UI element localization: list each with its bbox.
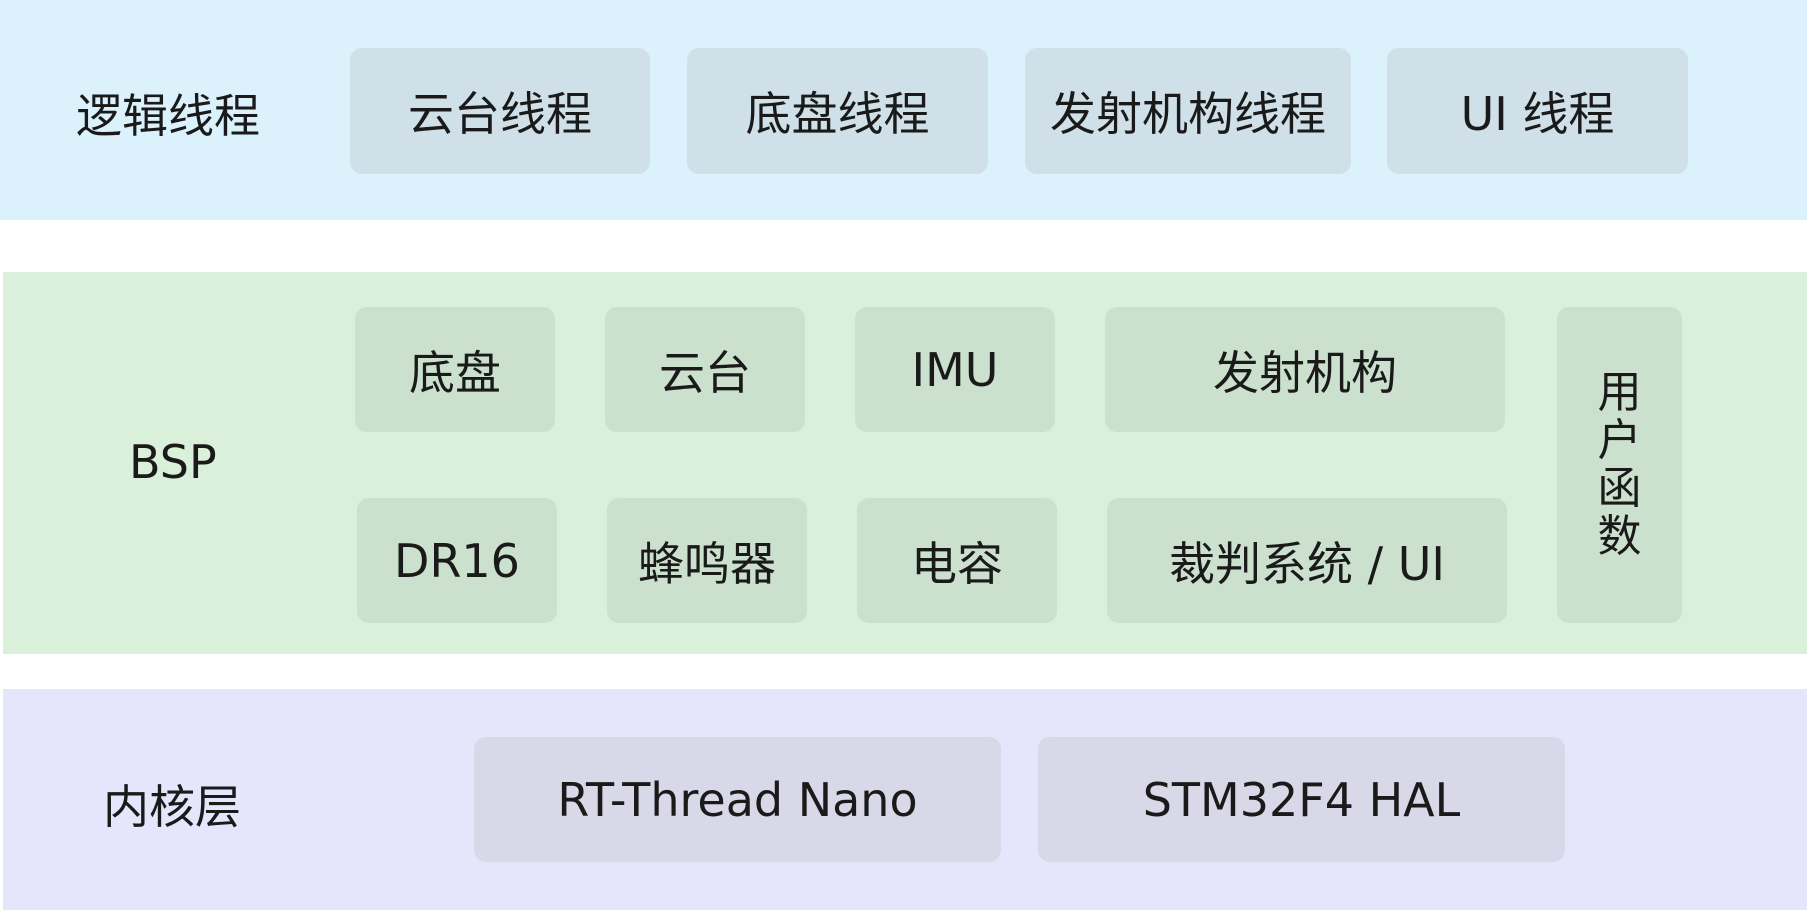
stm32f4-hal-box: STM32F4 HAL [1038, 737, 1565, 862]
user-functions-char-3: 函 [1597, 463, 1642, 514]
gimbal-thread-box: 云台线程 [350, 48, 650, 174]
bsp-buzzer-box: 蜂鸣器 [607, 498, 807, 623]
user-functions-char-1: 用 [1597, 367, 1642, 418]
bsp-gimbal-box: 云台 [605, 307, 805, 432]
bsp-user-functions-box: 用 户 函 数 [1557, 307, 1682, 623]
chassis-thread-box: 底盘线程 [687, 48, 988, 174]
user-functions-char-2: 户 [1597, 415, 1642, 466]
bsp-layer: BSP 底盘 云台 IMU 发射机构 DR16 蜂鸣器 电容 裁判系统 / UI… [3, 272, 1807, 654]
bsp-dr16-box: DR16 [357, 498, 557, 623]
kernel-layer-label: 内核层 [103, 780, 241, 834]
bsp-chassis-box: 底盘 [355, 307, 555, 432]
user-functions-char-4: 数 [1597, 511, 1642, 562]
ui-thread-box: UI 线程 [1387, 48, 1688, 174]
bsp-shooter-box: 发射机构 [1105, 307, 1505, 432]
shooter-thread-box: 发射机构线程 [1025, 48, 1351, 174]
bsp-referee-ui-box: 裁判系统 / UI [1107, 498, 1507, 623]
bsp-capacitor-box: 电容 [857, 498, 1057, 623]
logic-thread-layer: 逻辑线程 云台线程 底盘线程 发射机构线程 UI 线程 [0, 0, 1807, 220]
kernel-layer: 内核层 RT-Thread Nano STM32F4 HAL [3, 689, 1807, 910]
bsp-imu-box: IMU [855, 307, 1055, 432]
rt-thread-nano-box: RT-Thread Nano [474, 737, 1001, 862]
bsp-layer-label: BSP [129, 435, 217, 489]
logic-layer-label: 逻辑线程 [76, 89, 260, 143]
